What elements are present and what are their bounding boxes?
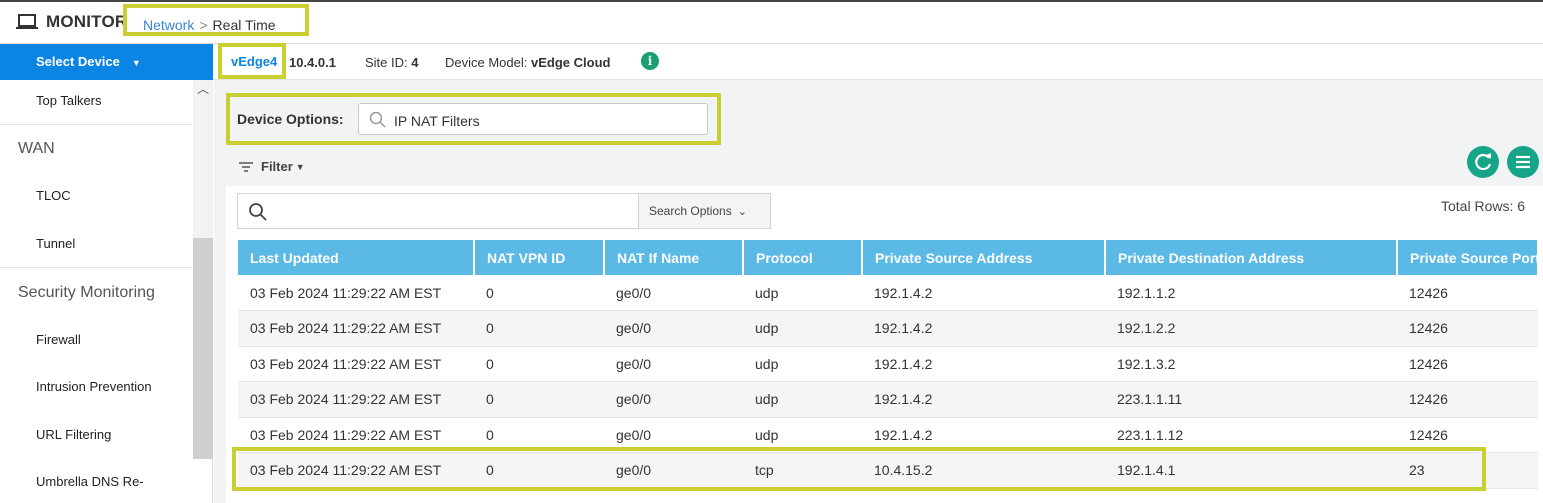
sidebar-heading-security-monitoring[interactable]: Security Monitoring [18,284,155,302]
table-cell: ge0/0 [604,346,743,382]
table-cell: udp [743,310,862,347]
select-device-label: Select Device [36,54,120,69]
scroll-up-icon[interactable]: ︿ [193,80,213,98]
caret-down-icon: ▼ [295,161,305,172]
sidebar-heading-wan[interactable]: WAN [18,140,55,158]
refresh-button[interactable] [1467,146,1499,178]
filter-icon [239,161,253,172]
table-cell: 0 [474,346,604,382]
table-cell: udp [743,275,862,311]
breadcrumb-separator: > [199,17,208,33]
column-header[interactable]: NAT VPN ID [474,240,605,275]
table-header-row: Last Updated NAT VPN ID NAT If Name Prot… [238,240,1539,275]
table-cell: 12426 [1397,381,1538,418]
menu-button[interactable] [1507,146,1539,178]
table-cell: 0 [474,381,604,418]
table-cell: 0 [474,310,604,347]
breadcrumb-current: Real Time [212,17,276,33]
chevron-down-icon: ⌄ [737,206,747,218]
device-hostname[interactable]: vEdge4 [231,54,277,69]
site-id: Site ID: 4 [365,55,418,70]
breadcrumb: Network > Real Time [143,17,276,33]
table-cell: 192.1.1.2 [1105,275,1397,311]
device-options-input[interactable]: IP NAT Filters [358,103,708,135]
select-device-button[interactable]: Select Device ▼ [0,44,213,80]
device-model: Device Model: vEdge Cloud [445,55,610,70]
sidebar-item-top-talkers[interactable]: Top Talkers [36,93,102,108]
caret-down-icon: ▼ [131,58,141,68]
search-icon [369,111,386,128]
search-options-label: Search Options [649,204,732,218]
search-icon [249,203,267,221]
device-options-label: Device Options: [237,111,344,127]
table-row[interactable]: 03 Feb 2024 11:29:22 AM EST 0 ge0/0 udp 192.… [238,310,1538,347]
table-cell: udp [743,381,862,418]
filter-button[interactable]: Filter ▼ [238,159,305,174]
column-header[interactable]: Private Source Port [1397,240,1539,275]
table-cell: udp [743,346,862,382]
table-cell: 223.1.1.11 [1105,381,1397,418]
column-header[interactable]: NAT If Name [604,240,744,275]
table-cell: 192.1.2.2 [1105,310,1397,347]
site-id-value: 4 [411,55,419,70]
filter-label: Filter [261,159,293,174]
info-icon[interactable]: i [641,52,659,70]
divider [0,124,192,125]
sidebar-item-tloc[interactable]: TLOC [36,188,71,203]
table-cell: 192.1.3.2 [1105,346,1397,382]
column-header[interactable]: Last Updated [238,240,475,275]
total-rows: Total Rows: 6 [1441,198,1526,214]
sidebar-item-url-filtering[interactable]: URL Filtering [36,427,111,442]
search-options-dropdown[interactable]: Search Options ⌄ [638,193,771,229]
table-cell: 03 Feb 2024 11:29:22 AM EST [238,381,474,418]
table-cell: 12426 [1397,275,1538,311]
table-cell: ge0/0 [604,275,743,311]
breadcrumb-link-network[interactable]: Network [143,17,194,33]
column-header[interactable]: Protocol [743,240,863,275]
sidebar-item-firewall[interactable]: Firewall [36,332,81,347]
table-cell: ge0/0 [604,381,743,418]
table-row[interactable]: 03 Feb 2024 11:29:22 AM EST 0 ge0/0 udp 192.… [238,346,1538,382]
menu-icon [1516,155,1530,169]
site-id-label: Site ID: [365,55,408,70]
table-cell: 12426 [1397,310,1538,347]
sidebar-scroll-thumb[interactable] [193,238,213,459]
table-cell: 192.1.4.2 [862,381,1105,418]
table-cell: 0 [474,275,604,311]
table-cell: 03 Feb 2024 11:29:22 AM EST [238,310,474,347]
column-header[interactable]: Private Destination Address [1105,240,1398,275]
table-cell: 192.1.4.2 [862,275,1105,311]
table-row[interactable]: 03 Feb 2024 11:29:22 AM EST 0 ge0/0 udp 192.… [238,381,1538,418]
sidebar-item-intrusion-prevention[interactable]: Intrusion Prevention [36,379,152,394]
table-cell: ge0/0 [604,310,743,347]
row-highlight [232,447,1486,491]
refresh-icon [1475,153,1492,171]
table-cell: 12426 [1397,346,1538,382]
table-cell: 03 Feb 2024 11:29:22 AM EST [238,346,474,382]
app-title: MONITOR [46,12,128,31]
column-header[interactable]: Private Source Address [862,240,1106,275]
table-cell: 192.1.4.2 [862,346,1105,382]
divider [0,267,192,268]
monitor-title: MONITOR [16,12,127,32]
table-row[interactable]: 03 Feb 2024 11:29:22 AM EST 0 ge0/0 udp 192.… [238,275,1538,311]
sidebar-item-umbrella-dns[interactable]: Umbrella DNS Re- [36,474,144,489]
device-ip: 10.4.0.1 [289,55,336,70]
device-options-value: IP NAT Filters [394,113,480,129]
device-model-label: Device Model: [445,55,528,70]
device-model-value: vEdge Cloud [531,55,611,70]
sidebar-item-tunnel[interactable]: Tunnel [36,236,75,251]
laptop-icon [16,14,38,29]
table-cell: 192.1.4.2 [862,310,1105,347]
table-cell: 03 Feb 2024 11:29:22 AM EST [238,275,474,311]
